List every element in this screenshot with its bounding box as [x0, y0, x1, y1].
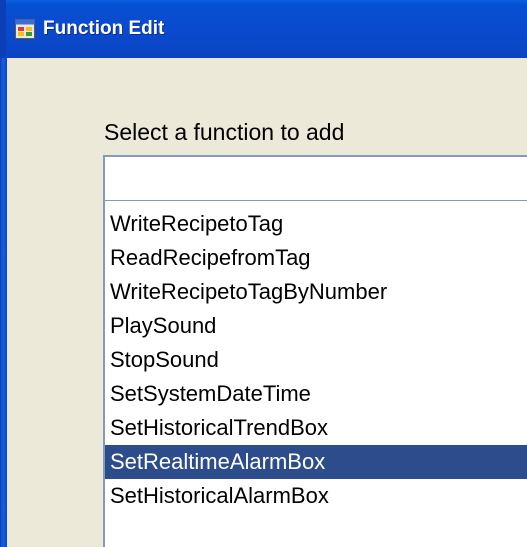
- function-edit-window: Function Edit Select a function to add W…: [0, 0, 527, 547]
- function-list-item[interactable]: ReadRecipefromTag: [105, 241, 527, 275]
- function-search-input[interactable]: [103, 155, 527, 201]
- function-list-item[interactable]: SetHistoricalAlarmBox: [105, 479, 527, 513]
- window-frame-edge: [0, 0, 6, 58]
- window-title: Function Edit: [43, 18, 165, 39]
- window-frame-left: [0, 58, 7, 547]
- function-list-item[interactable]: SetHistoricalTrendBox: [105, 411, 527, 445]
- app-window-icon[interactable]: [15, 19, 35, 39]
- function-list-item[interactable]: StopSound: [105, 343, 527, 377]
- function-list-item-selected[interactable]: SetRealtimeAlarmBox: [105, 445, 527, 479]
- title-bar[interactable]: Function Edit: [0, 0, 527, 58]
- function-list-item[interactable]: SetSystemDateTime: [105, 377, 527, 411]
- function-list-item[interactable]: WriteRecipetoTagByNumber: [105, 275, 527, 309]
- function-list[interactable]: WriteRecipetoTag ReadRecipefromTag WriteRe…: [103, 201, 527, 547]
- select-function-label: Select a function to add: [104, 119, 345, 145]
- function-list-item[interactable]: WriteRecipetoTag: [105, 207, 527, 241]
- function-list-item[interactable]: PlaySound: [105, 309, 527, 343]
